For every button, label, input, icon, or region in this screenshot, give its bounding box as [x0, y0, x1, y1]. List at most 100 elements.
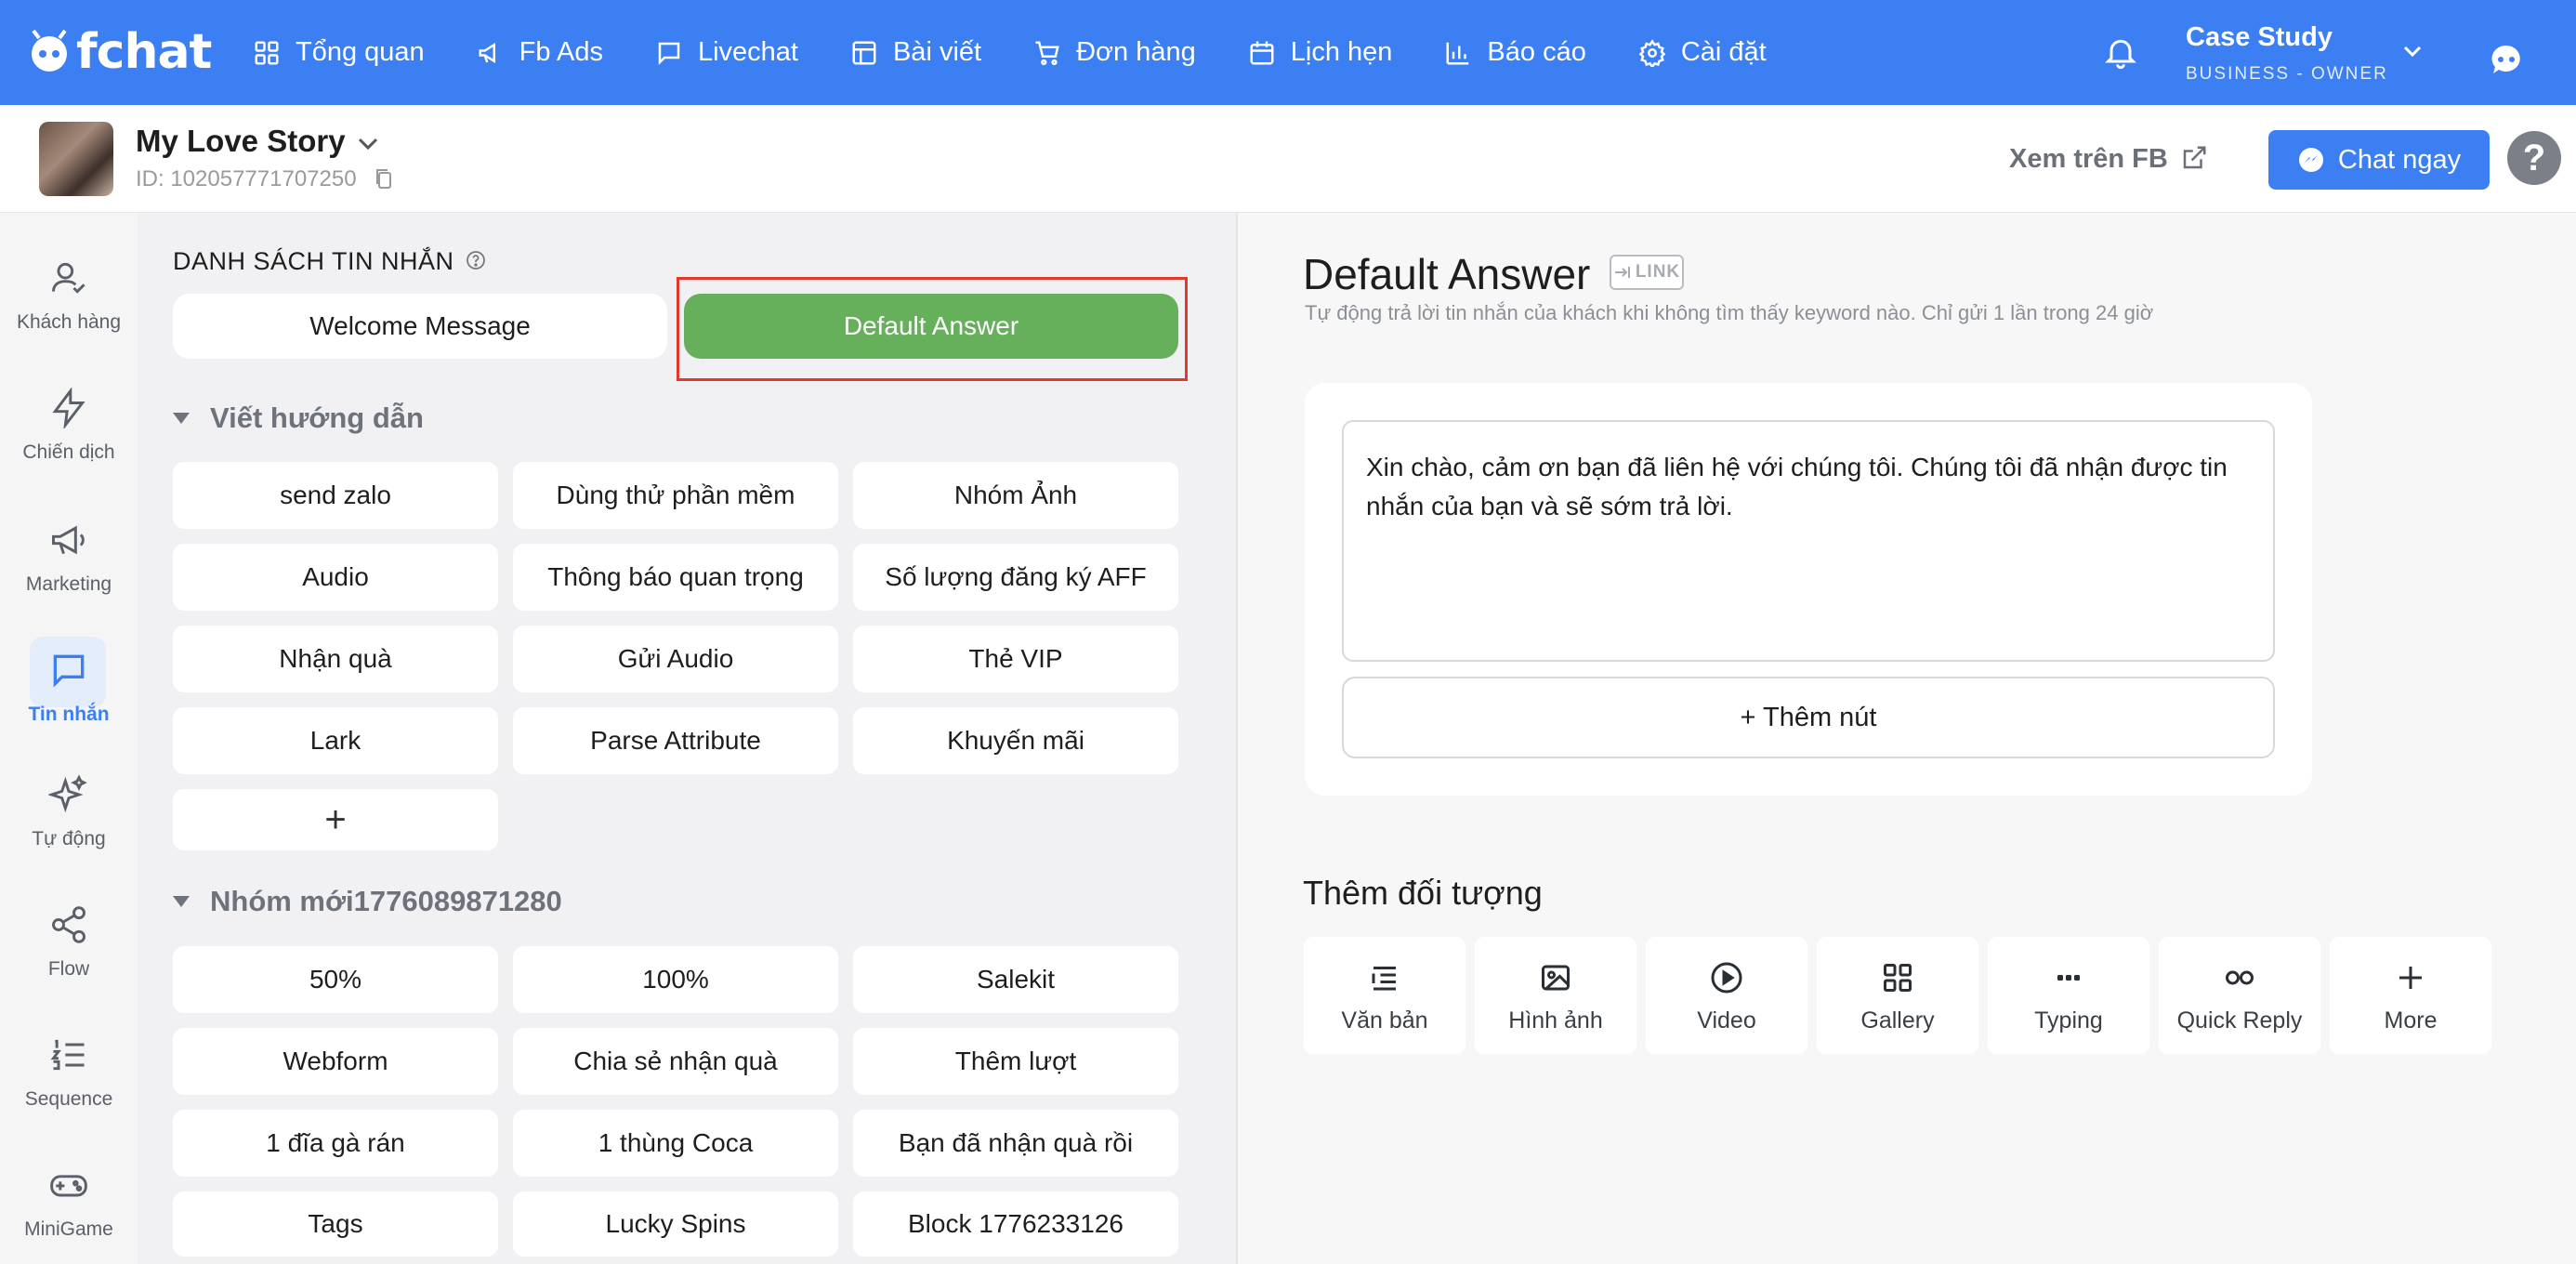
account-menu[interactable]: Case Study BUSINESS - OWNER: [2186, 22, 2388, 85]
chevron-down-icon[interactable]: [357, 137, 379, 151]
message-block[interactable]: Audio: [173, 544, 498, 611]
sidebar-item-sequence[interactable]: Sequence: [0, 1034, 138, 1111]
nav-tong-quan[interactable]: Tổng quan: [253, 0, 425, 105]
layout-icon: [852, 41, 876, 64]
message-block[interactable]: Block 1776233126: [853, 1192, 1178, 1257]
add-quick-reply-object[interactable]: Quick Reply: [2159, 937, 2320, 1054]
nav-lich-hen[interactable]: Lịch hẹn: [1248, 0, 1392, 105]
nav-label: Cài đặt: [1680, 37, 1767, 67]
group-header-viet-huong-dan[interactable]: Viết hướng dẫn: [173, 402, 424, 435]
chevron-down-icon[interactable]: [2401, 43, 2424, 59]
nav-label: Fb Ads: [519, 37, 603, 67]
chat-now-label: Chat ngay: [2337, 144, 2462, 175]
copy-icon[interactable]: [374, 166, 394, 191]
info-icon[interactable]: [465, 249, 487, 271]
welcome-message-tab[interactable]: Welcome Message: [173, 294, 667, 359]
chatbot-icon[interactable]: [2489, 43, 2524, 78]
add-button[interactable]: + Thêm nút: [1342, 677, 2275, 758]
fchat-logo[interactable]: fchat: [26, 22, 212, 82]
nav-bao-cao[interactable]: Báo cáo: [1444, 0, 1586, 105]
add-object-title: Thêm đối tượng: [1303, 874, 1543, 912]
nav-don-hang[interactable]: Đơn hàng: [1033, 0, 1196, 105]
help-button[interactable]: ?: [2507, 131, 2561, 185]
account-name: Case Study: [2186, 22, 2333, 52]
chat-now-button[interactable]: Chat ngay: [2268, 130, 2490, 190]
message-block[interactable]: 50%: [173, 946, 498, 1013]
grid-icon: [1884, 964, 1912, 992]
nav-livechat[interactable]: Livechat: [655, 0, 798, 105]
chat-icon: [658, 42, 680, 65]
megaphone-icon: [52, 525, 85, 555]
message-block[interactable]: Webform: [173, 1028, 498, 1095]
message-list-title: DANH SÁCH TIN NHẮN: [173, 247, 454, 275]
numbered-list-icon: [50, 1039, 85, 1071]
message-block[interactable]: Thông báo quan trọng: [513, 544, 838, 611]
sidebar-item-marketing[interactable]: Marketing: [0, 520, 138, 596]
message-block[interactable]: Thêm lượt: [853, 1028, 1178, 1095]
page-avatar: [39, 122, 113, 196]
sidebar-item-flow[interactable]: Flow: [0, 904, 138, 981]
add-video-object[interactable]: Video: [1646, 937, 1807, 1054]
message-block[interactable]: Thẻ VIP: [853, 625, 1178, 692]
message-block[interactable]: Chia sẻ nhận quà: [513, 1028, 838, 1095]
nav-label: Livechat: [697, 37, 798, 67]
external-link-icon[interactable]: [2180, 144, 2208, 172]
message-block[interactable]: send zalo: [173, 462, 498, 529]
user-check-icon: [52, 262, 85, 294]
calendar-icon: [1250, 41, 1274, 64]
view-on-fb-link[interactable]: Xem trên FB: [2009, 144, 2168, 175]
message-block[interactable]: Nhóm Ảnh: [853, 462, 1178, 529]
message-block[interactable]: Bạn đã nhận quà rồi: [853, 1110, 1178, 1177]
message-block[interactable]: 1 đĩa gà rán: [173, 1110, 498, 1177]
link-badge-label: LINK: [1635, 262, 1681, 282]
nav-label: Báo cáo: [1487, 37, 1586, 67]
cart-icon: [1035, 41, 1059, 65]
editor-subtitle: Tự động trả lời tin nhắn của khách khi k…: [1305, 301, 2154, 324]
sidebar-item-khach-hang[interactable]: Khách hàng: [0, 257, 138, 334]
message-block[interactable]: Dùng thử phần mềm: [513, 462, 838, 529]
sidebar-item-tin-nhan[interactable]: Tin nhắn: [0, 637, 138, 726]
highlight-box: [677, 277, 1188, 381]
object-label: Video: [1697, 1007, 1756, 1034]
message-block[interactable]: 1 thùng Coca: [513, 1110, 838, 1177]
message-block[interactable]: Tags: [173, 1192, 498, 1257]
nav-cai-dat[interactable]: Cài đặt: [1638, 0, 1767, 105]
add-gallery-object[interactable]: Gallery: [1817, 937, 1978, 1054]
bell-icon[interactable]: [2102, 33, 2139, 71]
message-block[interactable]: Gửi Audio: [513, 625, 838, 692]
message-text-box[interactable]: Xin chào, cảm ơn bạn đã liên hệ với chún…: [1342, 420, 2275, 662]
message-block[interactable]: 100%: [513, 946, 838, 1013]
sidebar-item-minigame[interactable]: MiniGame: [0, 1165, 138, 1241]
lightning-icon: [52, 388, 85, 428]
group-header-nhom-moi[interactable]: Nhóm mới1776089871280: [173, 885, 562, 918]
fchat-logo-icon: [32, 29, 67, 72]
sidebar-item-label: Tin nhắn: [28, 704, 110, 725]
nav-fb-ads[interactable]: Fb Ads: [477, 0, 603, 105]
add-more-object[interactable]: More: [2330, 937, 2491, 1054]
logo-text: fchat: [76, 24, 212, 80]
play-icon: [1711, 962, 1742, 994]
add-typing-object[interactable]: Typing: [1988, 937, 2149, 1054]
page-name[interactable]: My Love Story: [136, 124, 346, 159]
message-block[interactable]: Nhận quà: [173, 625, 498, 692]
sidebar-item-tu-dong[interactable]: Tự động: [0, 774, 138, 850]
sidebar-item-chien-dich[interactable]: Chiến dịch: [0, 388, 138, 464]
gamepad-icon: [50, 1175, 87, 1197]
message-block[interactable]: Salekit: [853, 946, 1178, 1013]
nav-bai-viet[interactable]: Bài viết: [850, 0, 981, 105]
message-block[interactable]: Số lượng đăng ký AFF: [853, 544, 1178, 611]
add-block-button[interactable]: +: [173, 789, 498, 850]
add-image-object[interactable]: Hình ảnh: [1475, 937, 1636, 1054]
megaphone-icon: [479, 42, 495, 63]
object-label: Typing: [2034, 1007, 2103, 1034]
message-block[interactable]: Lucky Spins: [513, 1192, 838, 1257]
group-name: Viết hướng dẫn: [210, 402, 424, 434]
sidebar-item-label: Marketing: [25, 573, 112, 595]
message-block[interactable]: Lark: [173, 707, 498, 774]
add-text-object[interactable]: Văn bản: [1304, 937, 1465, 1054]
page-header: My Love Story ID: 102057771707250 Xem tr…: [0, 105, 2576, 213]
message-block[interactable]: Khuyến mãi: [853, 707, 1178, 774]
link-badge[interactable]: LINK: [1610, 255, 1684, 290]
message-block[interactable]: Parse Attribute: [513, 707, 838, 774]
object-label: Gallery: [1860, 1007, 1935, 1034]
